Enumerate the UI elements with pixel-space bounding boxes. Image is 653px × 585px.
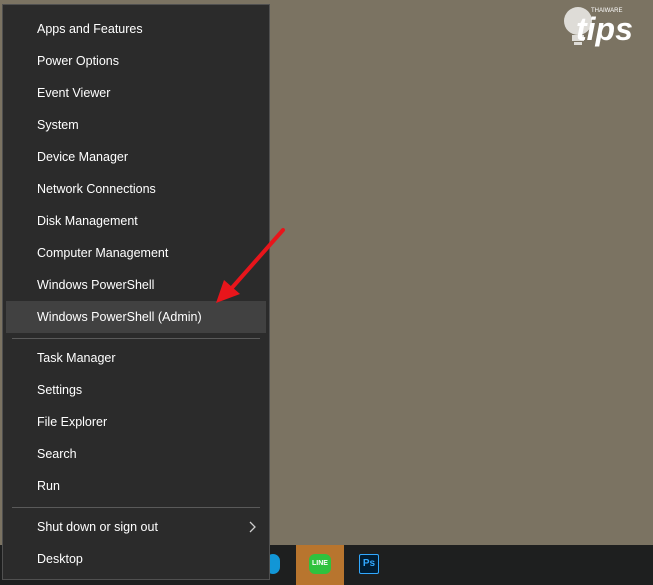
line-icon: LINE xyxy=(309,554,331,574)
chevron-right-icon xyxy=(249,521,256,533)
menu-separator xyxy=(12,338,260,339)
quick-link-menu: Apps and Features Power Options Event Vi… xyxy=(2,4,270,580)
menu-item-windows-powershell[interactable]: Windows PowerShell xyxy=(6,269,266,301)
menu-item-file-explorer[interactable]: File Explorer xyxy=(6,406,266,438)
menu-item-task-manager[interactable]: Task Manager xyxy=(6,342,266,374)
menu-item-search[interactable]: Search xyxy=(6,438,266,470)
menu-item-disk-management[interactable]: Disk Management xyxy=(6,205,266,237)
menu-item-apps-and-features[interactable]: Apps and Features xyxy=(6,13,266,45)
menu-item-event-viewer[interactable]: Event Viewer xyxy=(6,77,266,109)
menu-item-device-manager[interactable]: Device Manager xyxy=(6,141,266,173)
taskbar-photoshop[interactable]: Ps xyxy=(345,545,393,585)
menu-item-computer-management[interactable]: Computer Management xyxy=(6,237,266,269)
tips-logo: THAIWARE tips xyxy=(564,7,633,47)
menu-item-run[interactable]: Run xyxy=(6,470,266,502)
menu-item-power-options[interactable]: Power Options xyxy=(6,45,266,77)
menu-item-shut-down-or-sign-out[interactable]: Shut down or sign out xyxy=(6,511,266,543)
logo-tips-text: tips xyxy=(576,11,633,47)
taskbar-line[interactable]: LINE xyxy=(296,545,344,585)
menu-item-network-connections[interactable]: Network Connections xyxy=(6,173,266,205)
menu-separator xyxy=(12,507,260,508)
photoshop-icon: Ps xyxy=(359,554,379,574)
menu-item-label: Shut down or sign out xyxy=(37,520,158,534)
menu-item-desktop[interactable]: Desktop xyxy=(6,543,266,575)
menu-item-windows-powershell-admin[interactable]: Windows PowerShell (Admin) xyxy=(6,301,266,333)
menu-item-system[interactable]: System xyxy=(6,109,266,141)
menu-item-settings[interactable]: Settings xyxy=(6,374,266,406)
